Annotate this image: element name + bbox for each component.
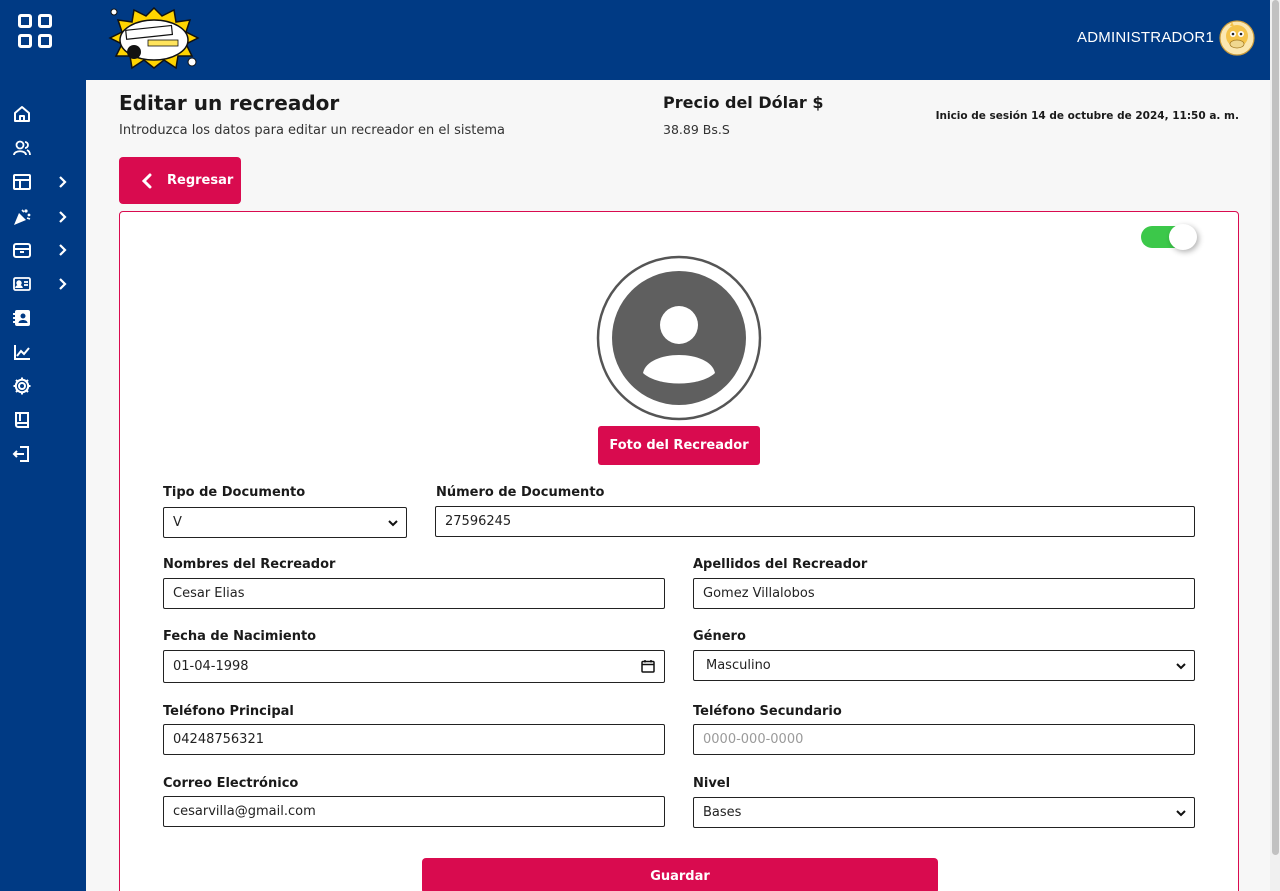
page-subtitle: Introduzca los datos para editar un recr… (119, 123, 505, 138)
phone1-label: Teléfono Principal (163, 704, 294, 719)
doc-type-value: V (173, 515, 182, 530)
sidebar-item-archive[interactable] (0, 237, 86, 263)
last-names-input[interactable]: Gomez Villalobos (693, 578, 1195, 609)
top-bar: ADMINISTRADOR1 (86, 0, 1270, 80)
id-card-icon (12, 274, 32, 294)
apps-grid-icon[interactable] (18, 14, 54, 50)
sidebar-item-id-card[interactable] (0, 271, 86, 297)
doc-number-input[interactable]: 27596245 (435, 506, 1195, 537)
back-button-label: Regresar (167, 173, 234, 188)
gender-value: Masculino (706, 658, 771, 673)
email-value: cesarvilla@gmail.com (173, 804, 316, 819)
user-name[interactable]: ADMINISTRADOR1 (1077, 29, 1214, 46)
contact-book-icon (12, 308, 32, 328)
bombita-logo[interactable] (108, 6, 200, 70)
logout-icon (12, 444, 32, 464)
phone2-label: Teléfono Secundario (693, 704, 842, 719)
birth-date-input[interactable]: 01-04-1998 (163, 650, 665, 683)
sidebar-item-party[interactable] (0, 204, 86, 230)
first-names-label: Nombres del Recreador (163, 557, 336, 572)
party-icon (12, 207, 32, 227)
save-button[interactable]: Guardar (422, 858, 938, 891)
last-names-label: Apellidos del Recreador (693, 557, 868, 572)
chevron-left-icon (141, 173, 155, 189)
doc-type-select[interactable]: V (163, 507, 407, 538)
gender-select[interactable]: Masculino (693, 650, 1195, 681)
phone1-input[interactable]: 04248756321 (163, 724, 665, 755)
calendar-icon[interactable] (641, 659, 655, 673)
phone2-placeholder: 0000-000-0000 (703, 732, 804, 747)
chevron-down-icon (1175, 660, 1187, 672)
sidebar-item-manual[interactable] (0, 407, 86, 433)
first-names-input[interactable]: Cesar Elias (163, 578, 665, 609)
phone2-input[interactable]: 0000-000-0000 (693, 724, 1195, 755)
chevron-right-icon (55, 277, 69, 291)
session-info: Inicio de sesión 14 de octubre de 2024, … (935, 110, 1239, 122)
sidebar-item-logout[interactable] (0, 441, 86, 467)
back-button[interactable]: Regresar (119, 157, 241, 204)
level-label: Nivel (693, 776, 731, 791)
chevron-down-icon (1175, 807, 1187, 819)
chevron-right-icon (55, 175, 69, 189)
chevron-down-icon (387, 517, 399, 529)
last-names-value: Gomez Villalobos (703, 586, 815, 601)
phone1-value: 04248756321 (173, 732, 264, 747)
chevron-right-icon (55, 243, 69, 257)
sidebar-item-users[interactable] (0, 135, 86, 161)
gender-label: Género (693, 629, 746, 644)
sidebar-item-stats[interactable] (0, 339, 86, 365)
sidebar-item-home[interactable] (0, 101, 86, 127)
sidebar-item-settings[interactable] (0, 373, 86, 399)
toggle-knob (1169, 224, 1197, 250)
photo-upload-button[interactable]: Foto del Recreador (598, 426, 760, 465)
level-value: Bases (703, 805, 742, 820)
home-icon (12, 104, 32, 124)
level-select[interactable]: Bases (693, 797, 1195, 828)
birth-date-value: 01-04-1998 (173, 659, 249, 674)
chevron-right-icon (55, 210, 69, 224)
doc-type-label: Tipo de Documento (163, 485, 306, 500)
scrollbar-thumb[interactable] (1272, 0, 1279, 855)
active-toggle[interactable] (1141, 224, 1197, 250)
page-title: Editar un recreador (119, 91, 340, 115)
profile-photo-placeholder-icon (596, 255, 762, 421)
archive-icon (12, 240, 32, 260)
first-names-value: Cesar Elias (173, 586, 245, 601)
gear-icon (12, 376, 32, 396)
dollar-rate-title: Precio del Dólar $ (663, 93, 824, 112)
chart-line-icon (12, 342, 32, 362)
doc-number-value: 27596245 (445, 514, 512, 529)
sidebar-item-layout[interactable] (0, 169, 86, 195)
recreator-form-card: Foto del Recreador Tipo de Documento V N… (119, 211, 1239, 891)
dollar-rate-value: 38.89 Bs.S (663, 122, 730, 137)
doc-number-label: Número de Documento (436, 485, 605, 500)
layout-icon (12, 172, 32, 192)
birth-date-label: Fecha de Nacimiento (163, 629, 317, 644)
page-scrollbar[interactable] (1270, 0, 1280, 891)
user-avatar-icon[interactable] (1218, 18, 1256, 58)
email-label: Correo Electrónico (163, 776, 299, 791)
sidebar (0, 0, 86, 891)
email-input[interactable]: cesarvilla@gmail.com (163, 796, 665, 827)
users-icon (12, 138, 32, 158)
book-icon (12, 410, 32, 430)
sidebar-item-contacts[interactable] (0, 305, 86, 331)
